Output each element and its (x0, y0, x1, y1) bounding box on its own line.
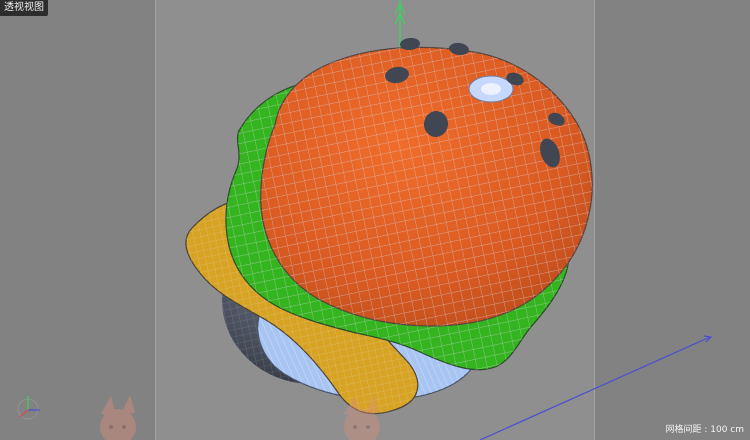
grid-spacing-readout: 网格间距 : 100 cm (665, 425, 744, 435)
scene-canvas[interactable] (0, 0, 750, 440)
perspective-viewport[interactable]: 透视视图 网格间距 : 100 cm (0, 0, 750, 440)
view-label: 透视视图 (0, 0, 48, 16)
character-sticker-icon (100, 395, 136, 440)
gizmo-z-icon (19, 409, 29, 418)
